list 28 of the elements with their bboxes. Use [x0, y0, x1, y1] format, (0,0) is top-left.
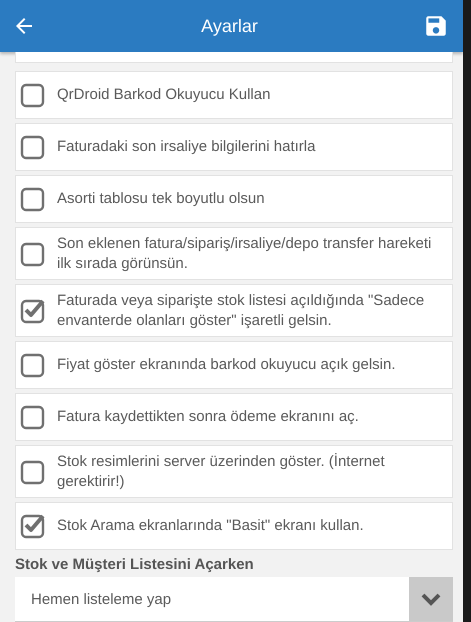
setting-row[interactable]: Fiyat göster ekranında barkod okuyucu açık gelsin.	[15, 341, 453, 389]
checkbox[interactable]	[19, 351, 47, 379]
section-label: Stok ve Müşteri Listesini Açarken	[15, 556, 255, 573]
checkbox[interactable]	[19, 185, 47, 213]
screen-title: Ayarlar	[201, 16, 258, 36]
checkbox[interactable]	[19, 403, 47, 431]
setting-row[interactable]: QrDroid Barkod Okuyucu Kullan	[15, 71, 453, 119]
setting-label: Stok resimlerini server üzerinden göster. (İnternet gerektirir!)	[57, 452, 386, 491]
setting-row[interactable]: Faturada veya siparişte stok listesi açıldığında "Sadece envanterde olanları göster" işaretli gelsin.	[15, 284, 453, 337]
dropdown[interactable]: Hemen listeleme yap	[15, 577, 453, 622]
setting-row[interactable]: Faturadaki son irsaliye bilgilerini hatırla	[15, 123, 453, 171]
setting-row[interactable]: Stok Arama ekranlarında "Basit" ekranı kullan.	[15, 502, 453, 550]
setting-row[interactable]: Asorti tablosu tek boyutlu olsun	[15, 175, 453, 223]
chevron-down-icon	[409, 577, 453, 621]
setting-label: QrDroid Barkod Okuyucu Kullan	[57, 85, 270, 105]
setting-label: Fatura kaydettikten sonra ödeme ekranını aç.	[57, 407, 359, 427]
checkbox[interactable]	[19, 81, 47, 109]
setting-row[interactable]: Son eklenen fatura/sipariş/irsaliye/depo transfer hareketi ilk sırada görünsün.	[15, 227, 453, 280]
setting-label: Son eklenen fatura/sipariş/irsaliye/depo transfer hareketi ilk sırada görünsün.	[57, 234, 432, 273]
setting-row[interactable]: Stok resimlerini server üzerinden göster. (İnternet gerektirir!)	[15, 445, 453, 498]
setting-label: Faturada veya siparişte stok listesi açıldığında "Sadece envanterde olanları göster" işaretli gelsin.	[57, 291, 426, 330]
setting-label: Fiyat göster ekranında barkod okuyucu açık gelsin.	[57, 355, 396, 375]
checked-checkbox[interactable]	[19, 512, 47, 540]
checkbox[interactable]	[19, 133, 47, 161]
setting-label: Faturadaki son irsaliye bilgilerini hatırla	[57, 137, 316, 157]
setting-row[interactable]: Fatura kaydettikten sonra ödeme ekranını aç.	[15, 393, 453, 441]
setting-label: Asorti tablosu tek boyutlu olsun	[57, 189, 265, 209]
setting-label: Stok Arama ekranlarında "Basit" ekranı kullan.	[57, 516, 364, 536]
